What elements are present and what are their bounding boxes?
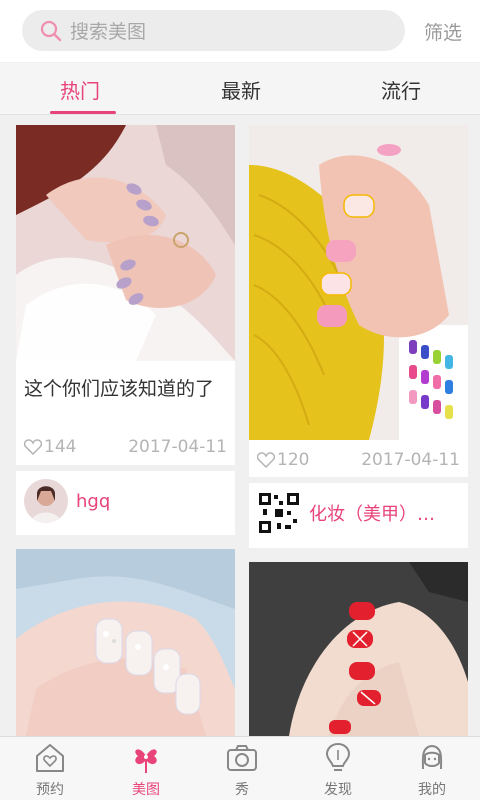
author-name[interactable]: 化妆（美甲）…: [309, 500, 435, 526]
nav-label: 发现: [324, 782, 352, 798]
feed-card[interactable]: 这个你们应该知道的了 144 2017-04-11 hgq: [16, 125, 235, 535]
nav-label: 秀: [235, 782, 249, 798]
like-count[interactable]: 144: [24, 437, 76, 457]
like-count[interactable]: 120: [257, 450, 309, 470]
camera-icon: [227, 745, 257, 771]
feed-photo[interactable]: [249, 125, 468, 440]
search-box[interactable]: 搜索美图: [22, 10, 405, 51]
nav-label: 我的: [418, 782, 446, 798]
heart-icon: [24, 439, 42, 455]
tab-newest[interactable]: 最新: [221, 75, 261, 104]
card-divider: [249, 477, 468, 483]
tab-popular[interactable]: 流行: [381, 75, 421, 104]
tab-hot[interactable]: 热门: [60, 75, 100, 104]
feed-card[interactable]: [249, 562, 468, 736]
feed-card[interactable]: [16, 549, 235, 736]
house-heart-icon: [36, 744, 64, 772]
post-meta: 144 2017-04-11: [16, 437, 235, 461]
nav-label: 美图: [132, 782, 160, 798]
heart-icon: [257, 452, 275, 468]
post-date: 2017-04-11: [361, 450, 460, 470]
post-caption: 这个你们应该知道的了: [24, 378, 215, 400]
like-count-value: 144: [44, 437, 77, 457]
tab-active-indicator: [50, 111, 116, 114]
bulb-icon: [325, 742, 351, 771]
clover-icon: [135, 749, 157, 773]
feed-photo[interactable]: [16, 549, 235, 736]
author-avatar[interactable]: [257, 491, 301, 535]
search-icon: [40, 20, 62, 41]
nav-item-gallery[interactable]: 美图: [106, 741, 186, 799]
person-icon: [421, 744, 443, 770]
feed-photo[interactable]: [249, 562, 468, 736]
feed-photo[interactable]: [16, 125, 235, 361]
nav-item-discover[interactable]: 发现: [298, 741, 378, 799]
search-placeholder: 搜索美图: [70, 21, 147, 43]
feed-card[interactable]: 120 2017-04-11 化妆（美甲）…: [249, 125, 468, 548]
card-divider: [16, 465, 235, 471]
filter-button[interactable]: 筛选: [424, 18, 462, 45]
author-name[interactable]: hgq: [76, 491, 110, 512]
nav-item-appointment[interactable]: 预约: [10, 741, 90, 799]
post-date: 2017-04-11: [128, 437, 227, 457]
author-row[interactable]: 化妆（美甲）…: [249, 487, 468, 539]
nav-item-mine[interactable]: 我的: [392, 741, 472, 799]
author-row[interactable]: hgq: [16, 475, 235, 527]
nav-item-show[interactable]: 秀: [202, 741, 282, 799]
author-avatar[interactable]: [24, 479, 68, 523]
top-bar: 搜索美图 筛选: [0, 0, 480, 62]
like-count-value: 120: [277, 450, 310, 470]
post-meta: 120 2017-04-11: [249, 450, 468, 474]
nav-label: 预约: [36, 782, 64, 798]
category-tabs: 热门 最新 流行: [0, 63, 480, 115]
bottom-nav: 预约 美图 秀 发现 我的: [0, 736, 480, 800]
